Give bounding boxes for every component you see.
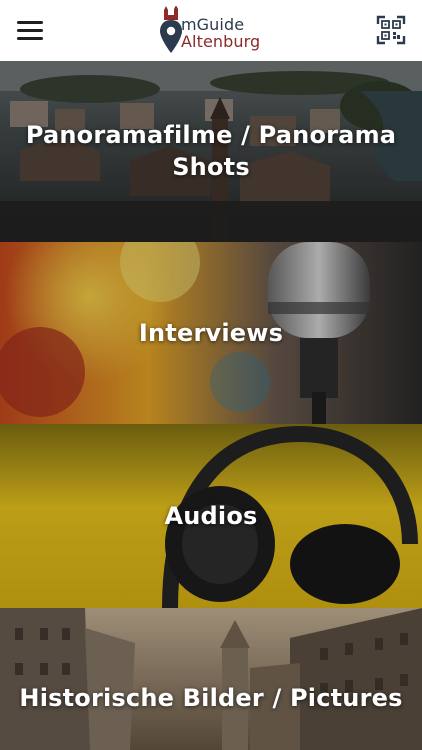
logo-title-line1: mGuide bbox=[181, 15, 245, 34]
qr-code-scan-icon[interactable] bbox=[376, 15, 406, 45]
tile-label-historic-pictures: Historische Bilder / Pictures bbox=[19, 684, 403, 712]
category-tile-interviews[interactable]: Interviews bbox=[0, 242, 422, 424]
menu-bar bbox=[17, 21, 43, 24]
app-logo[interactable]: mGuide Altenburg bbox=[157, 6, 269, 56]
app-header: mGuide Altenburg bbox=[0, 0, 422, 61]
tile-label-audios: Audios bbox=[164, 502, 258, 530]
app-screen: mGuide Altenburg Panoramafilme / Panoram… bbox=[0, 0, 422, 750]
hamburger-menu-icon[interactable] bbox=[14, 18, 46, 42]
tile-label-panorama: Panoramafilme / Panorama Shots bbox=[25, 121, 397, 181]
tile-label-interviews: Interviews bbox=[138, 319, 284, 347]
category-tile-historic-pictures[interactable]: Historische Bilder / Pictures bbox=[0, 608, 422, 750]
historic-street-image bbox=[0, 608, 422, 750]
menu-bar bbox=[17, 37, 43, 40]
category-tile-audios[interactable]: Audios bbox=[0, 424, 422, 608]
menu-bar bbox=[17, 29, 43, 32]
category-tile-panorama[interactable]: Panoramafilme / Panorama Shots bbox=[0, 61, 422, 242]
logo-title-line2: Altenburg bbox=[181, 32, 261, 51]
